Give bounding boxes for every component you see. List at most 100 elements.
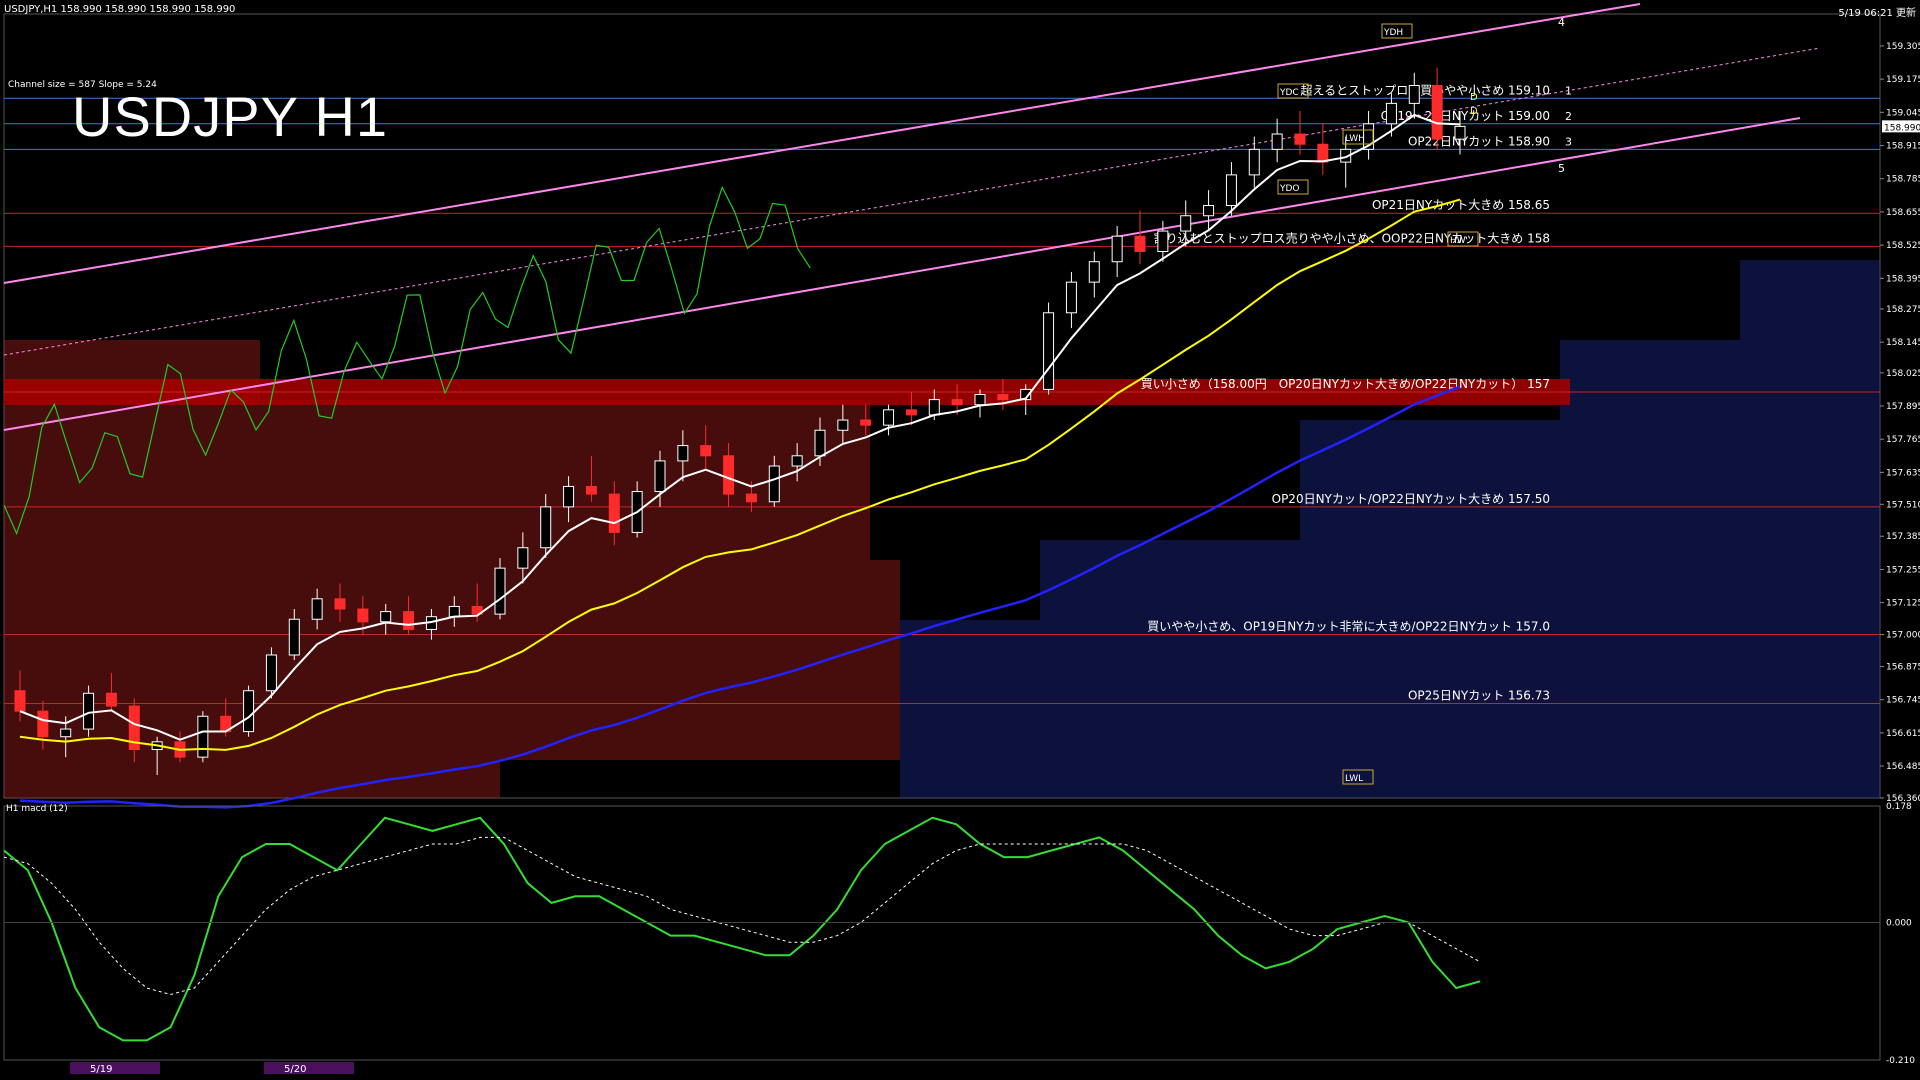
level-label: 超えるとストップロス買いやや小さめ 159.10 bbox=[1301, 82, 1550, 97]
y-tick-label: 157.125 bbox=[1886, 599, 1920, 609]
candle-body bbox=[1180, 215, 1192, 232]
y-tick-label: 158.785 bbox=[1886, 175, 1920, 185]
x-tick-label: 5/19 bbox=[90, 1064, 112, 1075]
level-number: 2 bbox=[1565, 110, 1572, 123]
candle-body bbox=[197, 715, 209, 758]
candle-body bbox=[837, 419, 849, 431]
marker-label: YDC bbox=[1279, 88, 1299, 98]
y-tick-label: 159.305 bbox=[1886, 42, 1920, 52]
y-tick-label: 158.025 bbox=[1886, 369, 1920, 379]
candle-body bbox=[60, 728, 72, 738]
candle-body bbox=[723, 455, 735, 495]
update-time: 5/19 06:21 更新 bbox=[1838, 8, 1916, 19]
candle-body bbox=[540, 506, 552, 549]
marker-label: HW bbox=[1450, 236, 1466, 246]
y-tick-label: 158.655 bbox=[1886, 208, 1920, 218]
level-label: 買い小さめ（158.00円 OP20日NYカット大きめ/OP22日NYカット） … bbox=[1141, 377, 1550, 391]
candle-body bbox=[311, 598, 323, 620]
candle-body bbox=[83, 692, 95, 730]
candle-body bbox=[448, 605, 460, 618]
y-tick-label: 157.510 bbox=[1886, 500, 1920, 510]
x-tick-label: 5/20 bbox=[284, 1064, 306, 1075]
candle-body bbox=[997, 394, 1009, 401]
candle-body bbox=[1065, 281, 1077, 314]
candle-body bbox=[1157, 230, 1169, 252]
level-label: 割り込むとストップロス売りやや小さめ、OOP22日NYカット大きめ 158 bbox=[1154, 230, 1550, 245]
level-label: OP21日NYカット大きめ 158.65 bbox=[1372, 198, 1550, 212]
candle-body bbox=[37, 710, 49, 738]
macd-line bbox=[3, 816, 1481, 1042]
candle-body bbox=[700, 445, 712, 457]
candle-body bbox=[608, 493, 620, 533]
y-tick-label: 158.525 bbox=[1886, 241, 1920, 251]
level-label: 買いやや小さめ、OP19日NYカット非常に大きめ/OP22日NYカット 157.… bbox=[1147, 620, 1550, 634]
level-label: OP20日NYカット/OP22日NYカット大きめ 157.50 bbox=[1272, 492, 1550, 506]
candle-body bbox=[14, 690, 26, 712]
candle-body bbox=[563, 485, 575, 508]
channel-number: 5 bbox=[1558, 162, 1565, 175]
date-strip bbox=[264, 1062, 354, 1074]
candle-body bbox=[1294, 133, 1306, 145]
symbol-line: USDJPY,H1 158.990 158.990 158.990 158.99… bbox=[4, 4, 236, 15]
candle-body bbox=[791, 455, 803, 467]
date-strip bbox=[70, 1062, 160, 1074]
candle-body bbox=[334, 598, 346, 610]
candle-body bbox=[951, 399, 963, 406]
macd-tick-label: -0.210 bbox=[1886, 1056, 1915, 1066]
candle-body bbox=[1454, 125, 1466, 140]
candle-body bbox=[745, 493, 757, 503]
y-tick-label: 156.875 bbox=[1886, 662, 1920, 672]
candle-body bbox=[1431, 85, 1443, 140]
candle-body bbox=[768, 465, 780, 503]
level-label: OP25日NYカット 156.73 bbox=[1408, 689, 1550, 703]
candle-body bbox=[105, 692, 117, 707]
candle-body bbox=[677, 445, 689, 462]
usdjpy-h1-chart: 超えるとストップロス買いやや小さめ 159.101OP19・21日NYカット 1… bbox=[3, 3, 1920, 1075]
candle-body bbox=[517, 547, 529, 569]
candle-body bbox=[380, 611, 392, 623]
candle-body bbox=[265, 654, 277, 692]
marker-label: YDO bbox=[1279, 184, 1300, 194]
candle-body bbox=[1271, 133, 1283, 150]
candle-body bbox=[1225, 174, 1237, 207]
candle-body bbox=[883, 409, 895, 426]
y-tick-label: 158.395 bbox=[1886, 274, 1920, 284]
y-tick-label: 156.615 bbox=[1886, 729, 1920, 739]
y-tick-label: 157.385 bbox=[1886, 532, 1920, 542]
level-label: OP22日NYカット 158.90 bbox=[1408, 134, 1550, 148]
y-tick-label: 156.360 bbox=[1886, 794, 1920, 804]
marker-letter: D bbox=[1470, 106, 1478, 117]
y-tick-label: 157.255 bbox=[1886, 565, 1920, 575]
marker-letter: D bbox=[1470, 92, 1478, 103]
candle-body bbox=[1408, 85, 1420, 104]
y-tick-label: 157.895 bbox=[1886, 402, 1920, 412]
macd-signal bbox=[3, 836, 1481, 996]
candle-body bbox=[1043, 312, 1055, 390]
candle-body bbox=[585, 485, 597, 495]
candle-body bbox=[288, 618, 300, 656]
candle-body bbox=[974, 394, 986, 406]
candle-body bbox=[654, 460, 666, 493]
y-tick-label: 158.275 bbox=[1886, 305, 1920, 315]
candle-body bbox=[1248, 148, 1260, 176]
macd-tick-label: 0.000 bbox=[1886, 919, 1912, 929]
y-tick-label: 157.765 bbox=[1886, 435, 1920, 445]
candle-body bbox=[357, 608, 369, 623]
marker-label: LWL bbox=[1345, 774, 1363, 784]
candle-body bbox=[860, 419, 872, 426]
candle-body bbox=[1385, 102, 1397, 125]
marker-label: YDH bbox=[1383, 28, 1403, 38]
candle-body bbox=[1203, 205, 1215, 217]
y-tick-label: 157.000 bbox=[1886, 631, 1920, 641]
y-tick-label: 156.485 bbox=[1886, 762, 1920, 772]
candle-body bbox=[403, 611, 415, 630]
candle-body bbox=[1111, 235, 1123, 263]
y-tick-label: 156.745 bbox=[1886, 696, 1920, 706]
candle-body bbox=[1088, 261, 1100, 283]
candle-body bbox=[814, 429, 826, 457]
channel-number: 4 bbox=[1558, 16, 1565, 29]
chart-big-title: USDJPY H1 bbox=[72, 85, 389, 148]
candle-body bbox=[928, 399, 940, 416]
candle-body bbox=[905, 409, 917, 416]
y-tick-label: 158.915 bbox=[1886, 142, 1920, 152]
